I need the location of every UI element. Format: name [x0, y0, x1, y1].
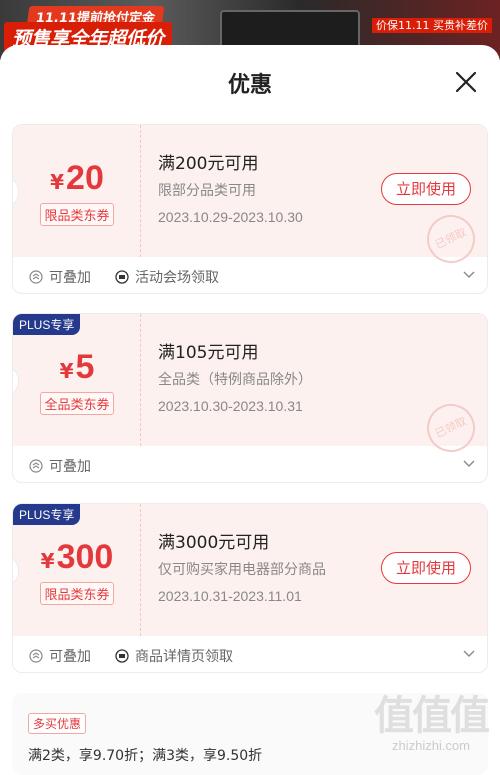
- close-button[interactable]: [454, 70, 478, 94]
- coupon-source: 活动会场领取: [115, 267, 219, 287]
- coupon-condition: 满3000元可用: [158, 533, 270, 553]
- coupon-scope: 全品类（特例商品除外）: [158, 372, 312, 388]
- coupon-card: ¥20 限品类东券 满200元可用 限部分品类可用 2023.10.29-202…: [12, 124, 488, 294]
- coupon-date: 2023.10.29-2023.10.30: [158, 209, 303, 225]
- close-icon: [455, 71, 477, 93]
- coupon-amount: ¥20: [50, 159, 104, 197]
- chevron-down-icon[interactable]: [463, 459, 475, 469]
- coupon-type-tag: 全品类东券: [40, 392, 114, 415]
- chevron-down-icon[interactable]: [463, 649, 475, 659]
- coupon-card: PLUS专享 ¥300 限品类东券 满3000元可用 仅可购买家用电器部分商品 …: [12, 503, 488, 673]
- plus-badge: PLUS专享: [13, 504, 81, 525]
- stackable-info: 可叠加: [29, 456, 91, 476]
- chevron-down-icon[interactable]: [463, 270, 475, 280]
- coupon-date: 2023.10.31-2023.11.01: [158, 588, 302, 604]
- coupon-date: 2023.10.30-2023.10.31: [158, 398, 303, 414]
- watermark-logo: 值值值: [374, 693, 490, 739]
- stackable-info: 可叠加: [29, 267, 91, 287]
- coupon-type-tag: 限品类东券: [40, 582, 114, 605]
- multi-buy-text: 满2类，享9.70折；满3类，享9.50折: [28, 748, 263, 764]
- coupon-condition: 满200元可用: [158, 154, 259, 174]
- plus-badge: PLUS专享: [13, 314, 81, 335]
- coupon-type-tag: 限品类东券: [40, 203, 114, 226]
- stack-icon: [29, 270, 43, 284]
- coupon-scope: 限部分品类可用: [158, 183, 256, 199]
- stackable-info: 可叠加: [29, 646, 91, 666]
- stack-icon: [29, 649, 43, 663]
- multi-buy-tag: 多买优惠: [28, 713, 87, 734]
- site-watermark: 值值值 zhizhizhi.com: [374, 693, 490, 753]
- stack-icon: [29, 459, 43, 473]
- coupon-amount: ¥5: [59, 348, 95, 386]
- coupon-amount: ¥300: [40, 538, 114, 576]
- ticket-icon: [115, 270, 129, 284]
- coupon-condition: 满105元可用: [158, 343, 259, 363]
- use-now-button[interactable]: 立即使用: [381, 173, 471, 205]
- use-now-button[interactable]: 立即使用: [381, 552, 471, 584]
- coupon-scope: 仅可购买家用电器部分商品: [158, 562, 326, 578]
- coupon-card: PLUS专享 ¥5 全品类东券 满105元可用 全品类（特例商品除外） 2023…: [12, 313, 488, 483]
- coupon-source: 商品详情页领取: [115, 646, 233, 666]
- watermark-url: zhizhizhi.com: [391, 738, 471, 753]
- sheet-title: 优惠: [227, 73, 272, 98]
- banner-price-badge: 价保11.11 买贵补差价: [372, 18, 492, 33]
- ticket-icon: [115, 649, 129, 663]
